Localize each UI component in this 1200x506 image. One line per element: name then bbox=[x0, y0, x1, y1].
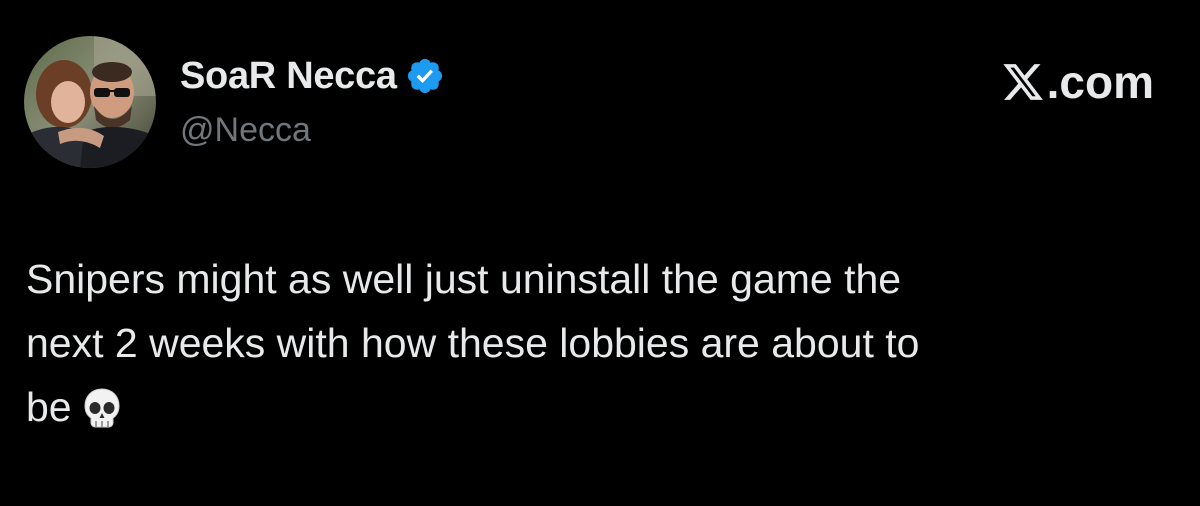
author-handle[interactable]: @Necca bbox=[180, 110, 311, 150]
tweet-body-line: next 2 weeks with how these lobbies are … bbox=[26, 320, 920, 366]
brand-watermark: .com bbox=[1001, 52, 1154, 112]
skull-emoji-icon bbox=[82, 387, 122, 429]
author-display-name[interactable]: SoaR Necca bbox=[180, 54, 397, 98]
tweet-body-line-last: be bbox=[26, 375, 1176, 439]
avatar[interactable] bbox=[24, 36, 156, 168]
tweet-body-line: Snipers might as well just uninstall the… bbox=[26, 256, 902, 302]
x-logo-icon bbox=[1001, 60, 1045, 104]
author-name-row[interactable]: SoaR Necca bbox=[180, 54, 445, 98]
brand-domain-text: .com bbox=[1046, 56, 1154, 108]
tweet-card: SoaR Necca @Necca .com Snipers might as … bbox=[0, 0, 1200, 506]
verified-badge-icon bbox=[405, 56, 445, 96]
tweet-body-word: be bbox=[26, 384, 72, 430]
avatar-image bbox=[24, 36, 156, 168]
tweet-body: Snipers might as well just uninstall the… bbox=[26, 247, 1176, 439]
